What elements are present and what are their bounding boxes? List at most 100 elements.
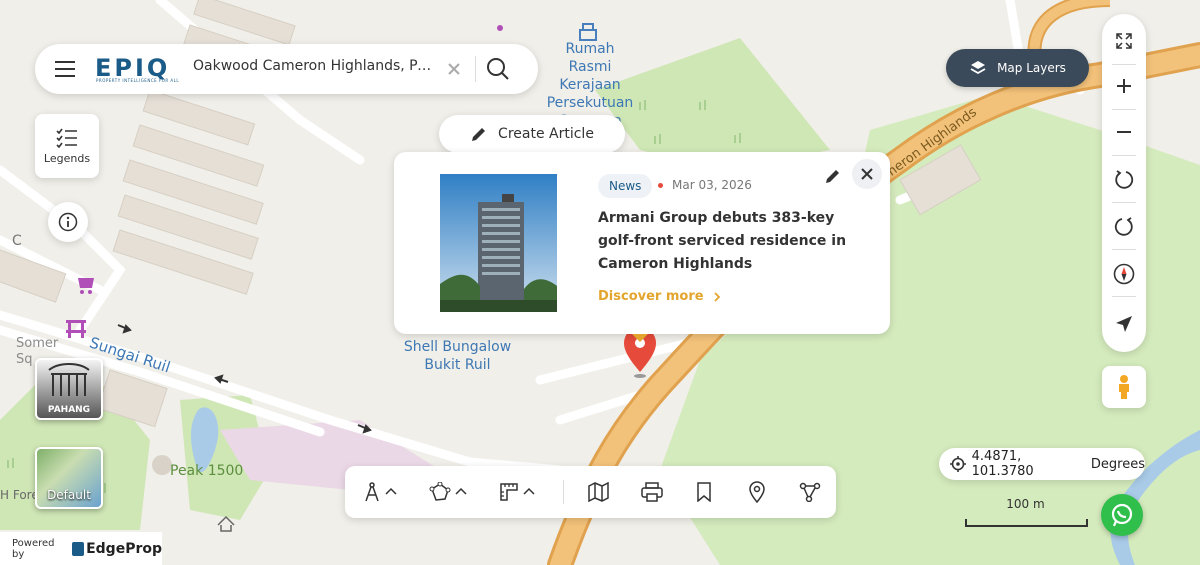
coordinates-display[interactable]: 4.4871, 101.3780 Degrees [939, 448, 1145, 480]
dot-separator [658, 183, 663, 188]
whatsapp-button[interactable] [1101, 494, 1143, 536]
measure-tool-button[interactable] [363, 478, 397, 506]
fullscreen-button[interactable] [1102, 21, 1146, 61]
rotate-left-button[interactable] [1102, 159, 1146, 199]
rotate-right-button[interactable] [1102, 206, 1146, 246]
powered-by-badge[interactable]: Powered by EdgeProp [0, 532, 162, 565]
coordinates-unit: Degrees [1090, 456, 1145, 472]
article-headline[interactable]: Armani Group debuts 383-key golf-front s… [598, 207, 853, 276]
rotate-right-icon [1114, 217, 1133, 236]
bookmark-icon [697, 482, 711, 502]
legends-label: Legends [43, 151, 91, 165]
map-view-button[interactable] [588, 478, 610, 506]
close-popup-button[interactable] [852, 159, 882, 189]
my-location-button[interactable] [1102, 304, 1146, 344]
create-article-label: Create Article [498, 126, 594, 142]
zoom-in-button[interactable] [1102, 66, 1146, 106]
chevron-up-icon [523, 487, 535, 495]
search-bar: EPIQ PROPERTY INTELLIGENCE FOR ALL Oakwo… [35, 44, 538, 94]
separator [1112, 64, 1136, 65]
search-icon [487, 58, 509, 80]
chevron-up-icon [385, 487, 397, 495]
separator [1112, 202, 1136, 203]
map-label-forest: H Fore [0, 488, 39, 502]
menu-icon [55, 61, 75, 77]
default-label: Default [47, 488, 91, 502]
popup-pointer [632, 334, 648, 342]
scale-label: 100 m [1006, 497, 1045, 511]
separator [1112, 296, 1136, 297]
ruler-tool-button[interactable] [499, 478, 535, 506]
separator [1112, 155, 1136, 156]
plus-icon [1117, 79, 1131, 93]
pencil-icon [826, 170, 839, 183]
separator [1112, 109, 1136, 110]
map-label-peak: Peak 1500 [170, 463, 244, 479]
draw-polygon-button[interactable] [429, 478, 467, 506]
pegman-icon [1119, 375, 1129, 399]
tools-toolbar [345, 466, 836, 518]
close-icon [448, 63, 460, 75]
map-controls-toolbar [1102, 14, 1146, 352]
map-pin-icon [749, 481, 765, 503]
route-icon [799, 482, 821, 502]
clear-search-button[interactable] [443, 58, 465, 80]
whatsapp-icon [1111, 503, 1133, 527]
crosshair-icon [950, 456, 966, 472]
info-button[interactable] [48, 202, 88, 242]
street-view-button[interactable] [1102, 366, 1146, 408]
create-article-button[interactable]: Create Article [439, 115, 625, 153]
route-button[interactable] [799, 478, 821, 506]
zoom-out-button[interactable] [1102, 112, 1146, 152]
article-tag: News [598, 174, 653, 198]
printer-icon [641, 482, 663, 502]
map-label-c: C [12, 233, 22, 249]
scale-bar [965, 519, 1088, 527]
ruler-icon [500, 483, 518, 501]
map-label-shell-bungalow: Shell Bungalow Bukit Ruil [403, 339, 512, 373]
info-icon [58, 212, 78, 232]
default-layer-thumb[interactable]: Default [35, 447, 103, 509]
article-date: Mar 03, 2026 [672, 178, 752, 192]
pahang-label: PAHANG [47, 405, 91, 415]
edgeprop-brand: EdgeProp [86, 540, 162, 557]
powered-by-text: Powered by [12, 537, 55, 560]
edit-article-button[interactable] [820, 163, 846, 189]
layers-icon [970, 61, 986, 75]
rotate-left-icon [1115, 170, 1134, 189]
discover-more-label: Discover more [598, 289, 704, 304]
map-layers-button[interactable]: Map Layers [946, 49, 1089, 87]
coordinates-value: 4.4871, 101.3780 [971, 449, 1034, 479]
pin-location-button[interactable] [748, 478, 766, 506]
map-icon [588, 482, 609, 502]
separator [1112, 249, 1136, 250]
pahang-crest-icon [48, 363, 90, 396]
divider [475, 56, 476, 82]
compass-button[interactable] [1102, 254, 1146, 294]
legends-button[interactable]: Legends [35, 114, 99, 178]
search-button[interactable] [485, 56, 511, 82]
polygon-icon [429, 482, 451, 501]
building-photo [440, 174, 557, 312]
print-button[interactable] [641, 478, 663, 506]
article-image[interactable] [440, 174, 557, 312]
chevron-right-icon [713, 291, 720, 302]
logo-tagline: PROPERTY INTELLIGENCE FOR ALL [96, 78, 180, 83]
close-icon [861, 168, 873, 180]
list-check-icon [56, 128, 77, 148]
minus-icon [1117, 131, 1131, 133]
navigation-arrow-icon [1116, 316, 1132, 332]
chevron-up-icon [455, 487, 467, 495]
compass-drafting-icon [365, 482, 379, 502]
edgeprop-mark-icon [72, 541, 85, 556]
divider [563, 480, 564, 504]
article-popup: News Mar 03, 2026 Armani Group debuts 38… [394, 152, 890, 334]
compass-icon [1113, 263, 1135, 285]
map-layers-label: Map Layers [997, 61, 1066, 75]
bookmark-button[interactable] [695, 478, 713, 506]
search-input[interactable]: Oakwood Cameron Highlands, Pers... [193, 58, 438, 74]
pencil-icon [472, 128, 486, 141]
discover-more-link[interactable]: Discover more [598, 289, 722, 304]
pahang-layer-thumb[interactable]: PAHANG [35, 358, 103, 420]
hamburger-menu-button[interactable] [53, 57, 77, 81]
